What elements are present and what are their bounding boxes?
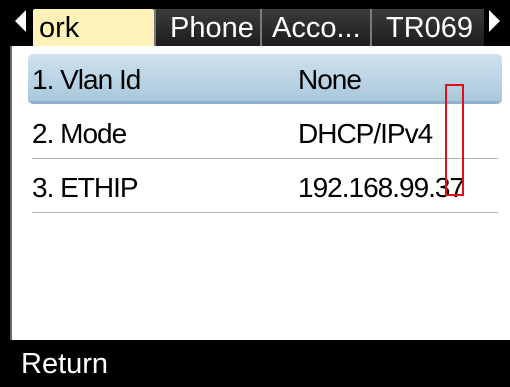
list-item-vlan-id[interactable]: 1. Vlan Id None <box>28 54 502 104</box>
row-label: 1. Vlan Id <box>32 64 141 95</box>
row-value: DHCP/IPv4 <box>298 118 433 149</box>
list-item-mode[interactable]: 2. Mode DHCP/IPv4 <box>26 108 510 158</box>
row-divider <box>32 158 498 159</box>
row-value: None <box>298 64 362 95</box>
tab-network[interactable]: ork <box>33 9 154 47</box>
tab-phone[interactable]: Phone <box>156 9 260 47</box>
softkey-bar: Return <box>0 340 510 387</box>
arrow-right-icon[interactable] <box>489 10 500 32</box>
row-value: 192.168.99.37 <box>298 172 465 203</box>
return-button[interactable]: Return <box>21 348 108 381</box>
tab-account[interactable]: Acco... <box>262 9 370 47</box>
arrow-left-icon[interactable] <box>15 10 26 32</box>
list-item-ethip[interactable]: 3. ETHIP 192.168.99.37 <box>26 162 510 212</box>
annotation-highlight-box <box>445 84 464 196</box>
settings-panel: 1. Vlan Id None 2. Mode DHCP/IPv4 3. ETH… <box>10 46 510 340</box>
row-label: 2. Mode <box>32 118 127 149</box>
tab-bar: ork Phone Acco... TR069 <box>0 0 510 47</box>
row-divider <box>32 212 498 213</box>
tab-tr069[interactable]: TR069 <box>372 9 484 47</box>
row-label: 3. ETHIP <box>32 172 139 203</box>
